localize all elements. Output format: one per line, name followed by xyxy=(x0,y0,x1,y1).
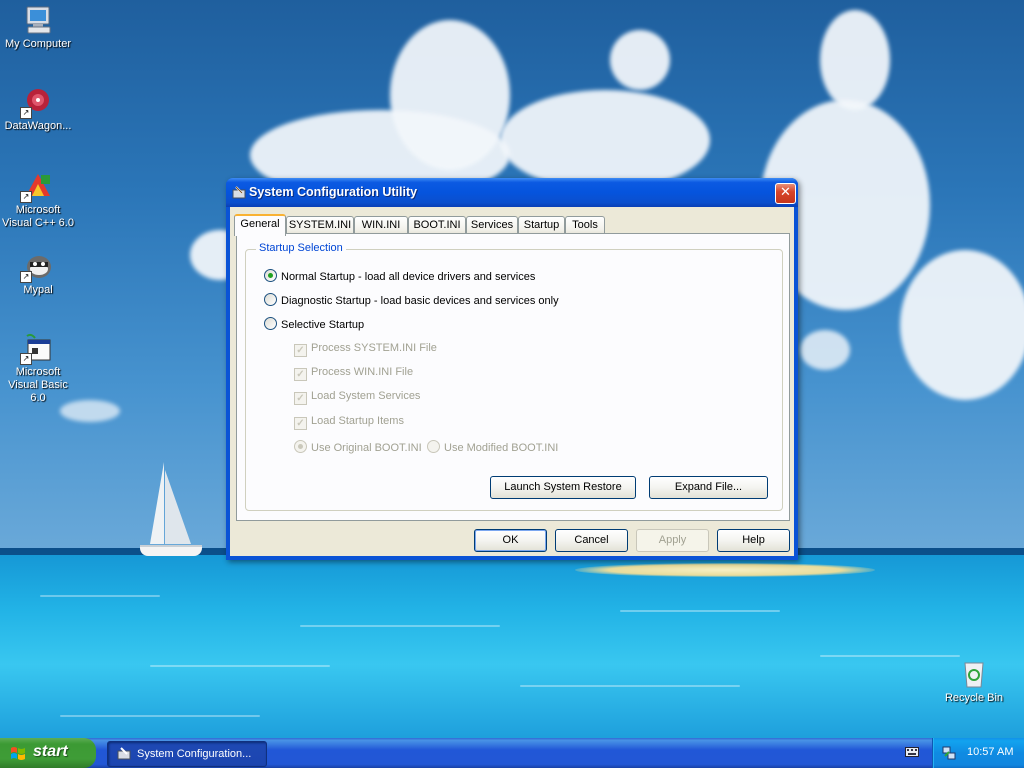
help-button[interactable]: Help xyxy=(717,529,790,552)
general-tab-panel: Startup Selection Normal Startup - load … xyxy=(236,233,790,521)
desktop-icon-visual-basic[interactable]: ↗ Microsoft Visual Basic 6.0 xyxy=(0,332,76,405)
tab-tools[interactable]: Tools xyxy=(565,216,605,234)
desktop-icon-label: My Computer xyxy=(4,38,72,50)
wallpaper-cloud xyxy=(820,10,890,110)
system-tray: 10:57 AM xyxy=(932,738,1024,768)
checkmark-icon: ✓ xyxy=(294,368,307,381)
wallpaper-cloud xyxy=(500,90,710,190)
desktop-icon-label: DataWagon... xyxy=(4,120,72,132)
apply-button[interactable]: Apply xyxy=(636,529,709,552)
wallpaper-cloud xyxy=(390,20,510,170)
tab-services[interactable]: Services xyxy=(466,216,518,234)
tab-startup[interactable]: Startup xyxy=(518,216,565,234)
checkbox-label: Load System Services xyxy=(311,390,421,402)
wallpaper-sea xyxy=(0,555,1024,738)
my-computer-icon xyxy=(22,4,54,36)
desktop-icon-label: Microsoft Visual Basic 6.0 xyxy=(8,366,68,404)
load-startup-items-checkbox[interactable]: ✓ Load Startup Items xyxy=(294,415,404,430)
launch-system-restore-button[interactable]: Launch System Restore xyxy=(490,476,636,499)
desktop-icon-label: Mypal xyxy=(23,284,53,296)
dialog-titlebar[interactable]: System Configuration Utility ✕ xyxy=(226,178,798,207)
mypal-icon: ↗ xyxy=(20,250,54,283)
tab-system-ini[interactable]: SYSTEM.INI xyxy=(286,216,354,234)
selective-startup-radio[interactable]: Selective Startup xyxy=(264,317,364,331)
desktop-icon-recycle-bin[interactable]: Recycle Bin xyxy=(936,658,1012,705)
checkbox-label: Process WIN.INI File xyxy=(311,366,414,378)
group-title: Startup Selection xyxy=(256,242,346,254)
tab-boot-ini[interactable]: BOOT.INI xyxy=(408,216,466,234)
normal-startup-radio[interactable]: Normal Startup - load all device drivers… xyxy=(264,269,535,283)
use-original-boot-ini-radio[interactable]: Use Original BOOT.INI xyxy=(294,440,422,454)
sailboat-sail xyxy=(150,462,164,544)
startup-selection-group: Startup Selection Normal Startup - load … xyxy=(245,242,783,511)
radio-indicator xyxy=(264,293,277,306)
desktop-icon-datawagon[interactable]: ↗ DataWagon... xyxy=(0,86,76,133)
radio-indicator xyxy=(427,440,440,453)
desktop-icon-label: Microsoft Visual C++ 6.0 xyxy=(2,204,74,229)
radio-indicator xyxy=(294,440,307,453)
datawagon-icon: ↗ xyxy=(20,86,54,119)
radio-indicator xyxy=(264,317,277,330)
windows-logo-icon xyxy=(11,747,25,760)
dialog-title: System Configuration Utility xyxy=(249,185,418,199)
desktop-icon-label: Recycle Bin xyxy=(944,692,1004,704)
close-button[interactable]: ✕ xyxy=(775,183,796,204)
desktop-icon-mypal[interactable]: ↗ Mypal xyxy=(0,250,76,297)
use-original-boot-ini-label: Use Original BOOT.INI xyxy=(311,442,422,454)
checkbox-label: Load Startup Items xyxy=(311,415,404,427)
process-win-ini-checkbox[interactable]: ✓ Process WIN.INI File xyxy=(294,366,413,381)
checkmark-icon: ✓ xyxy=(294,417,307,430)
taskbar: start System Configuration... 10:57 AM xyxy=(0,738,1024,768)
checkmark-icon: ✓ xyxy=(294,344,307,357)
visual-cpp-icon: ↗ xyxy=(20,170,54,203)
sailboat-hull xyxy=(140,545,202,556)
radio-indicator xyxy=(264,269,277,282)
cancel-button[interactable]: Cancel xyxy=(555,529,628,552)
wallpaper-cloud xyxy=(800,330,850,370)
sailboat-sail xyxy=(165,470,191,544)
diagnostic-startup-label: Diagnostic Startup - load basic devices … xyxy=(281,295,559,307)
ok-button[interactable]: OK xyxy=(474,529,547,552)
clock[interactable]: 10:57 AM xyxy=(967,746,1013,758)
use-modified-boot-ini-radio[interactable]: Use Modified BOOT.INI xyxy=(427,440,558,454)
dialog-client-area: General SYSTEM.INI WIN.INI BOOT.INI Serv… xyxy=(230,207,794,556)
selective-startup-label: Selective Startup xyxy=(281,319,365,331)
taskbar-item-label: System Configuration... xyxy=(137,748,252,760)
system-configuration-dialog: System Configuration Utility ✕ General S… xyxy=(226,178,798,560)
recycle-bin-icon xyxy=(958,658,990,690)
tab-win-ini[interactable]: WIN.INI xyxy=(354,216,408,234)
checkbox-label: Process SYSTEM.INI File xyxy=(311,342,437,354)
msconfig-icon xyxy=(117,747,131,760)
tab-general[interactable]: General xyxy=(234,214,286,236)
desktop-icon-visual-cpp[interactable]: ↗ Microsoft Visual C++ 6.0 xyxy=(0,170,76,230)
normal-startup-label: Normal Startup - load all device drivers… xyxy=(281,271,536,283)
visual-basic-icon: ↗ xyxy=(20,332,54,365)
network-icon[interactable] xyxy=(942,746,956,760)
wallpaper-cloud xyxy=(610,30,670,90)
keyboard-icon[interactable] xyxy=(905,747,919,757)
taskbar-item-system-configuration[interactable]: System Configuration... xyxy=(107,741,267,767)
use-modified-boot-ini-label: Use Modified BOOT.INI xyxy=(444,442,559,454)
diagnostic-startup-radio[interactable]: Diagnostic Startup - load basic devices … xyxy=(264,293,559,307)
expand-file-button[interactable]: Expand File... xyxy=(649,476,768,499)
process-system-ini-checkbox[interactable]: ✓ Process SYSTEM.INI File xyxy=(294,342,437,357)
wallpaper-island xyxy=(575,563,875,577)
start-label: start xyxy=(33,743,68,760)
msconfig-icon xyxy=(232,186,246,199)
load-system-services-checkbox[interactable]: ✓ Load System Services xyxy=(294,390,420,405)
checkmark-icon: ✓ xyxy=(294,392,307,405)
desktop-icon-my-computer[interactable]: My Computer xyxy=(0,4,76,51)
start-button[interactable]: start xyxy=(0,738,96,768)
wallpaper-cloud xyxy=(900,250,1024,400)
close-icon: ✕ xyxy=(780,185,791,200)
